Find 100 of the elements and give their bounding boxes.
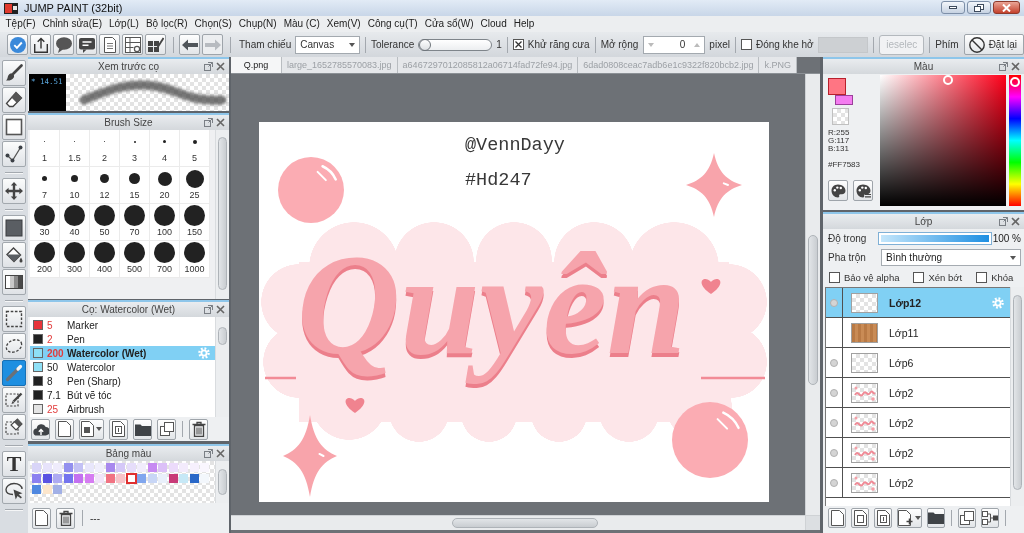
- brush-item[interactable]: 25 Airbrush: [30, 402, 215, 416]
- color-swatch[interactable]: [53, 474, 62, 483]
- restore-button[interactable]: [967, 1, 991, 14]
- color-swatch[interactable]: [200, 474, 209, 483]
- undo-button[interactable]: [179, 34, 200, 55]
- color-swatch[interactable]: [95, 474, 104, 483]
- foreground-color-swatch[interactable]: [828, 78, 846, 95]
- brush-size-option[interactable]: 15: [120, 167, 150, 204]
- color-swatch[interactable]: [137, 463, 146, 472]
- brush-size-option[interactable]: 4: [150, 130, 180, 167]
- reference-dropdown[interactable]: Canvas: [295, 35, 360, 54]
- popout-icon[interactable]: [999, 62, 1008, 71]
- scrollbar-thumb[interactable]: [218, 327, 227, 345]
- menu-item[interactable]: Xem(V): [323, 16, 365, 32]
- checkbox[interactable]: [512, 39, 524, 50]
- color-picker-handle[interactable]: [942, 75, 953, 85]
- color-swatch[interactable]: [32, 474, 41, 483]
- color-swatch[interactable]: [116, 463, 125, 472]
- visibility-dot[interactable]: [830, 448, 838, 457]
- reset-button[interactable]: Đặt lại: [963, 34, 1024, 55]
- color-swatch[interactable]: [63, 474, 73, 483]
- checkbox[interactable]: [829, 272, 840, 283]
- brush-size-option[interactable]: 1.5: [60, 130, 90, 167]
- brush-size-option[interactable]: 12: [90, 167, 120, 204]
- new-swatch-button[interactable]: [32, 507, 51, 529]
- brush-size-option[interactable]: 1: [30, 130, 60, 167]
- close-icon[interactable]: [1011, 217, 1020, 226]
- scrollbar-thumb[interactable]: [1013, 295, 1022, 490]
- color-swatch[interactable]: [189, 463, 199, 472]
- color-swatch[interactable]: [42, 463, 52, 472]
- brush-size-option[interactable]: 400: [90, 241, 120, 278]
- rectangle-tool[interactable]: [2, 114, 26, 140]
- page-box-button[interactable]: [851, 507, 869, 528]
- color-swatch[interactable]: [32, 463, 41, 472]
- popout-icon[interactable]: [204, 449, 213, 458]
- menu-item[interactable]: Màu (C): [280, 16, 324, 32]
- checkbox[interactable]: [976, 272, 988, 283]
- toolbar-button[interactable]: [53, 34, 74, 55]
- close-icon[interactable]: [216, 62, 225, 71]
- delete-button[interactable]: [189, 418, 208, 440]
- brush-item[interactable]: 8 Pen (Sharp): [30, 374, 215, 388]
- color-swatch[interactable]: [147, 463, 157, 472]
- scrollbar[interactable]: [805, 74, 820, 515]
- eraser-tool[interactable]: [2, 87, 26, 113]
- popout-icon[interactable]: [999, 217, 1008, 226]
- fill-tool[interactable]: [2, 215, 26, 241]
- brush-size-option[interactable]: 150: [180, 204, 210, 241]
- wand-tool[interactable]: [2, 360, 26, 386]
- lasso-pointer-tool[interactable]: [2, 478, 26, 504]
- close-icon[interactable]: [1011, 62, 1020, 71]
- toolbar-button[interactable]: [76, 34, 97, 55]
- upload-button[interactable]: [31, 418, 50, 440]
- background-color-swatch[interactable]: [835, 95, 853, 105]
- bucket-tool[interactable]: [2, 242, 26, 268]
- color-swatch[interactable]: [84, 474, 94, 483]
- menu-item[interactable]: Cloud: [477, 16, 511, 32]
- text-tool[interactable]: T: [2, 451, 26, 477]
- brush-size-option[interactable]: 5: [180, 130, 210, 167]
- expand-field[interactable]: 0: [643, 35, 706, 54]
- color-swatch[interactable]: [168, 474, 178, 483]
- brush-item[interactable]: 7.1 Bút vẽ tóc: [30, 388, 215, 402]
- color-swatch[interactable]: [63, 463, 73, 472]
- color-swatch[interactable]: [189, 474, 199, 483]
- brush-size-option[interactable]: 2: [90, 130, 120, 167]
- brush-size-option[interactable]: 100: [150, 204, 180, 241]
- copy-button[interactable]: [157, 418, 176, 440]
- palette-options-button[interactable]: [853, 180, 873, 201]
- scrollbar[interactable]: [231, 515, 805, 530]
- brush-size-option[interactable]: 200: [30, 241, 60, 278]
- brush-size-option[interactable]: 20: [150, 167, 180, 204]
- folder-button[interactable]: [927, 507, 945, 528]
- color-swatch[interactable]: [74, 463, 83, 472]
- color-swatch[interactable]: [116, 474, 125, 483]
- move-tool[interactable]: [2, 178, 26, 204]
- checkbox[interactable]: [740, 39, 752, 50]
- menu-item[interactable]: Help: [510, 16, 538, 32]
- visibility-dot[interactable]: [830, 388, 838, 397]
- brush-size-option[interactable]: 40: [60, 204, 90, 241]
- hue-handle[interactable]: [1010, 77, 1020, 88]
- popout-icon[interactable]: [204, 62, 213, 71]
- brush-item[interactable]: 200 Watercolor (Wet): [30, 346, 215, 360]
- checkbox[interactable]: [913, 272, 925, 283]
- color-swatch[interactable]: [126, 474, 136, 483]
- color-swatch[interactable]: [53, 485, 62, 494]
- toolbar-button[interactable]: [99, 34, 120, 55]
- visibility-dot[interactable]: [830, 358, 838, 367]
- close-button[interactable]: [993, 1, 1020, 14]
- tolerance-slider[interactable]: [418, 38, 493, 51]
- menu-item[interactable]: Chọn(S): [191, 16, 236, 32]
- select-rectangle-tool[interactable]: [2, 306, 26, 332]
- brush-size-option[interactable]: 7: [30, 167, 60, 204]
- brush-size-option[interactable]: 3: [120, 130, 150, 167]
- visibility-dot[interactable]: [830, 418, 838, 427]
- toolbar-button[interactable]: [122, 34, 143, 55]
- color-swatch[interactable]: [137, 474, 146, 483]
- scrollbar[interactable]: [215, 461, 229, 503]
- layer-row[interactable]: Lớp12: [826, 288, 1010, 318]
- select-eraser-tool[interactable]: [2, 414, 26, 440]
- blend-dropdown[interactable]: Bình thường: [881, 249, 1021, 266]
- popout-icon[interactable]: [204, 305, 213, 314]
